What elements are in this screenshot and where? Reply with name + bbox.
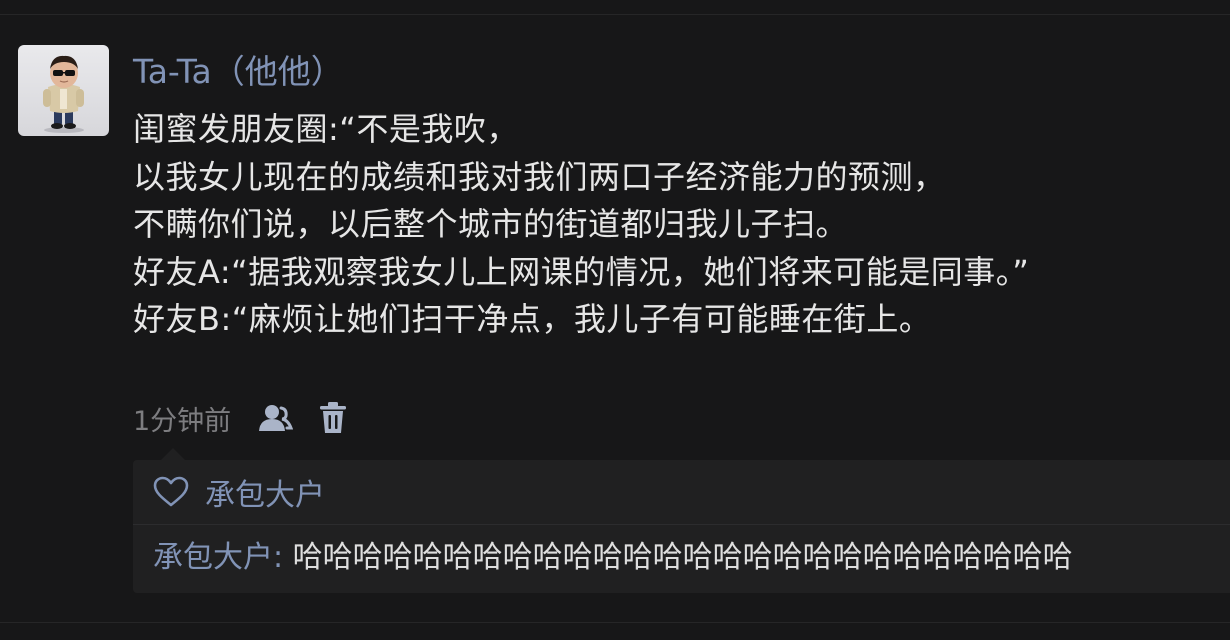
post-content: 闺蜜发朋友圈:“不是我吹， 以我女儿现在的成绩和我对我们两口子经济能力的预测， … — [133, 106, 1228, 344]
comment-item[interactable]: 承包大户: 哈哈哈哈哈哈哈哈哈哈哈哈哈哈哈哈哈哈哈哈哈哈哈哈哈哈 — [153, 536, 1073, 580]
heart-outline-icon — [151, 472, 191, 512]
friends-visibility-icon[interactable] — [255, 398, 295, 438]
avatar[interactable] — [18, 45, 109, 136]
likes-row: 承包大户 — [133, 460, 1230, 525]
comment-author[interactable]: 承包大户 — [153, 540, 273, 575]
post-timestamp: 1分钟前 — [133, 405, 232, 437]
post-content-line: 以我女儿现在的成绩和我对我们两口子经济能力的预测， — [133, 157, 946, 196]
avatar-figure-image — [43, 55, 84, 133]
post-content-line: 好友A:“据我观察我女儿上网课的情况，她们将来可能是同事。” — [133, 252, 1030, 291]
trash-icon[interactable] — [313, 398, 353, 438]
post-author-name[interactable]: Ta-Ta（他他） — [133, 52, 344, 92]
comment-text: 哈哈哈哈哈哈哈哈哈哈哈哈哈哈哈哈哈哈哈哈哈哈哈哈哈哈 — [292, 540, 1073, 575]
comment-separator: : — [273, 540, 293, 575]
post-content-line: 不瞒你们说，以后整个城市的街道都归我儿子扫。 — [133, 205, 849, 243]
interaction-panel: 承包大户 承包大户: 哈哈哈哈哈哈哈哈哈哈哈哈哈哈哈哈哈哈哈哈哈哈哈哈哈哈 — [133, 448, 1230, 593]
post-meta-row: 1分钟前 — [133, 396, 371, 440]
moments-post: Ta-Ta（他他） 闺蜜发朋友圈:“不是我吹， 以我女儿现在的成绩和我对我们两口… — [0, 0, 1230, 640]
post-content-line: 闺蜜发朋友圈:“不是我吹， — [133, 110, 519, 148]
like-user-name[interactable]: 承包大户 — [205, 470, 325, 514]
bottom-divider — [0, 622, 1230, 623]
post-content-line: 好友B:“麻烦让她们扫干净点，我儿子有可能睡在街上。 — [133, 300, 932, 338]
